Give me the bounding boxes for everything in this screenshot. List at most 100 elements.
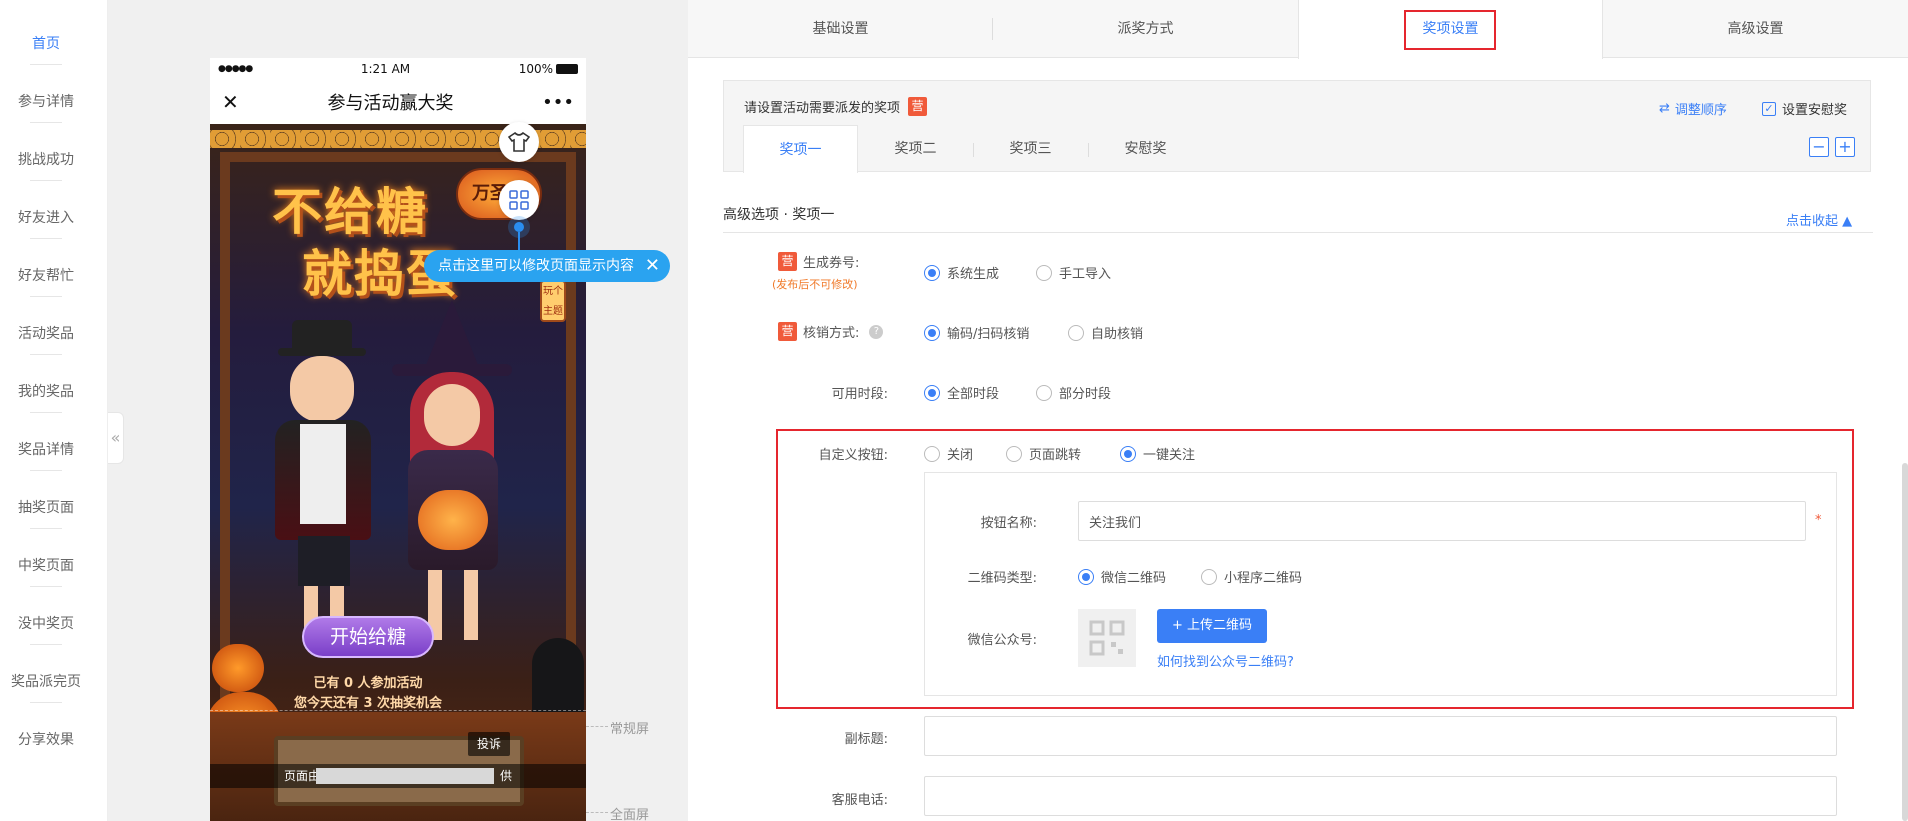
upload-qr-button[interactable]: + 上传二维码 <box>1157 609 1267 643</box>
custom-btn-follow-radio[interactable]: 一键关注 <box>1120 444 1195 463</box>
nav-item-lose-page[interactable]: 没中奖页 <box>0 613 92 633</box>
nav-item-prize-detail[interactable]: 奖品详情 <box>0 439 92 459</box>
signal-icon: ●●●●● <box>218 64 253 74</box>
start-game-button[interactable]: 开始给糖 <box>302 616 434 658</box>
marketing-tag: 营 <box>778 252 797 271</box>
wechat-account-label: 微信公众号: <box>967 633 1037 648</box>
find-qr-link[interactable]: 如何找到公众号二维码? <box>1157 651 1294 670</box>
coupon-note: (发布后不可修改) <box>772 278 858 291</box>
redacted-block <box>316 768 494 784</box>
nav-item-home[interactable]: 首页 <box>0 33 92 53</box>
help-icon[interactable]: ? <box>869 324 884 339</box>
nav-item-challenge-success[interactable]: 挑战成功 <box>0 149 92 169</box>
verify-self-radio[interactable]: 自助核销 <box>1068 323 1143 342</box>
components-grid-icon[interactable] <box>499 180 539 220</box>
radio-label: 关闭 <box>947 448 974 463</box>
footer-text-left: 页面由 <box>284 769 321 783</box>
nav-item-my-prizes[interactable]: 我的奖品 <box>0 381 92 401</box>
tab-prize-2[interactable]: 奖项二 <box>858 125 973 173</box>
radio-label: 系统生成 <box>947 267 1000 282</box>
nav-item-draw-page[interactable]: 抽奖页面 <box>0 497 92 517</box>
custom-button-subpanel: 按钮名称: * 二维码类型: 微信二维码 小程序二维码 微信公众号: + 上传二… <box>924 472 1837 696</box>
app-root: 首页 参与详情 挑战成功 好友进入 好友帮忙 活动奖品 我的奖品 奖品详情 抽奖… <box>0 0 1908 821</box>
radio-label: 小程序二维码 <box>1224 571 1303 586</box>
button-name-label: 按钮名称: <box>980 516 1037 531</box>
nav-divider <box>30 296 62 297</box>
lantern: 玩个主题 <box>540 280 566 322</box>
radio-dot <box>1120 445 1136 462</box>
close-icon[interactable]: ✕ <box>222 90 239 114</box>
custom-btn-off-radio[interactable]: 关闭 <box>924 444 973 463</box>
subtitle-input[interactable] <box>924 716 1837 756</box>
add-prize-button[interactable]: + <box>1835 137 1855 157</box>
coupon-label-group: 营 生成券号: <box>778 252 859 271</box>
required-star: * <box>1815 513 1822 528</box>
tab-basic-settings[interactable]: 基础设置 <box>688 0 993 58</box>
close-tooltip-icon[interactable]: ✕ <box>645 250 660 282</box>
radio-dot <box>1036 264 1052 281</box>
nav-item-friend-help[interactable]: 好友帮忙 <box>0 265 92 285</box>
coupon-manual-radio[interactable]: 手工导入 <box>1036 263 1111 282</box>
coupon-label: 生成券号: <box>803 256 860 271</box>
verify-code-radio[interactable]: 输码/扫码核销 <box>924 323 1029 342</box>
section-divider <box>723 232 1873 233</box>
collapse-sidebar-button[interactable]: « <box>108 412 124 464</box>
remove-prize-button[interactable]: − <box>1809 137 1829 157</box>
tip-pointer-line <box>518 232 520 250</box>
button-name-input[interactable] <box>1078 501 1806 541</box>
prize-panel-header: 请设置活动需要派发的奖项 营 <box>744 97 928 116</box>
witch-girl <box>388 300 518 650</box>
tab-prize-3[interactable]: 奖项三 <box>973 125 1088 173</box>
battery-text: 100% <box>518 62 553 76</box>
prize-panel: 请设置活动需要派发的奖项 营 ⇄ 调整顺序 ✓ 设置安慰奖 奖项一 奖项二 奖项… <box>723 80 1871 173</box>
more-icon[interactable]: ••• <box>542 92 574 113</box>
halloween-poster[interactable]: 不给糖 就捣蛋 万圣节 玩个主题 <box>210 124 586 821</box>
normal-screen-guide <box>586 726 608 727</box>
battery-indicator: 100% <box>519 62 578 76</box>
nav-item-friend-enter[interactable]: 好友进入 <box>0 207 92 227</box>
nav-divider <box>30 354 62 355</box>
reorder-link[interactable]: ⇄ 调整顺序 <box>1659 99 1727 118</box>
nav-divider <box>30 64 62 65</box>
nav-item-prizes-gone-page[interactable]: 奖品派完页 <box>0 671 92 691</box>
report-button[interactable]: 投诉 <box>468 732 510 756</box>
tab-advanced-settings[interactable]: 高级设置 <box>1603 0 1908 58</box>
nav-item-activity-prizes[interactable]: 活动奖品 <box>0 323 92 343</box>
advanced-section-title: 高级选项 · 奖项一 <box>723 207 835 223</box>
preview-area: ●●●●● 1:21 AM 100% ✕ 参与活动赢大奖 ••• 不给糖 就捣蛋 <box>108 0 688 821</box>
coupon-system-radio[interactable]: 系统生成 <box>924 263 999 282</box>
consolation-checkbox[interactable]: ✓ 设置安慰奖 <box>1762 99 1847 118</box>
remaining-chances: 您今天还有 3 次抽奖机会 <box>293 696 443 711</box>
tip-pointer-dot <box>514 222 524 232</box>
nav-item-win-page[interactable]: 中奖页面 <box>0 555 92 575</box>
nav-divider <box>30 470 62 471</box>
poster-footer: 页面由 供 <box>210 764 586 788</box>
service-phone-input[interactable] <box>924 776 1837 816</box>
edit-content-tooltip[interactable]: 点击这里可以修改页面显示内容 ✕ <box>424 250 670 282</box>
custom-btn-jump-radio[interactable]: 页面跳转 <box>1006 444 1081 463</box>
qr-wechat-radio[interactable]: 微信二维码 <box>1078 567 1166 586</box>
subtitle-label: 副标题: <box>844 732 888 747</box>
radio-dot <box>1201 568 1217 585</box>
theme-shirt-icon[interactable] <box>499 122 539 162</box>
normal-screen-line <box>210 710 586 711</box>
time-all-radio[interactable]: 全部时段 <box>924 383 999 402</box>
vampire-boy <box>270 320 380 640</box>
time-label: 可用时段: <box>831 387 888 402</box>
nav-divider <box>30 180 62 181</box>
tab-consolation-prize[interactable]: 安慰奖 <box>1088 125 1203 173</box>
scrollbar-thumb[interactable] <box>1902 463 1908 821</box>
left-nav: 首页 参与详情 挑战成功 好友进入 好友帮忙 活动奖品 我的奖品 奖品详情 抽奖… <box>0 0 108 821</box>
pumpkin-basket <box>418 490 488 550</box>
tab-award-method[interactable]: 派奖方式 <box>993 0 1298 58</box>
tab-prize-1[interactable]: 奖项一 <box>743 125 858 173</box>
collapse-advanced-link[interactable]: 点击收起 ▲ <box>1786 210 1852 229</box>
nav-item-share-effect[interactable]: 分享效果 <box>0 729 92 749</box>
time-partial-radio[interactable]: 部分时段 <box>1036 383 1111 402</box>
qr-miniprogram-radio[interactable]: 小程序二维码 <box>1201 567 1302 586</box>
radio-label: 手工导入 <box>1059 267 1112 282</box>
phone-preview: ●●●●● 1:21 AM 100% ✕ 参与活动赢大奖 ••• 不给糖 就捣蛋 <box>210 58 586 821</box>
nav-item-participation[interactable]: 参与详情 <box>0 91 92 111</box>
nav-divider <box>30 528 62 529</box>
participant-count: 已有 0 人参加活动 <box>313 676 423 691</box>
